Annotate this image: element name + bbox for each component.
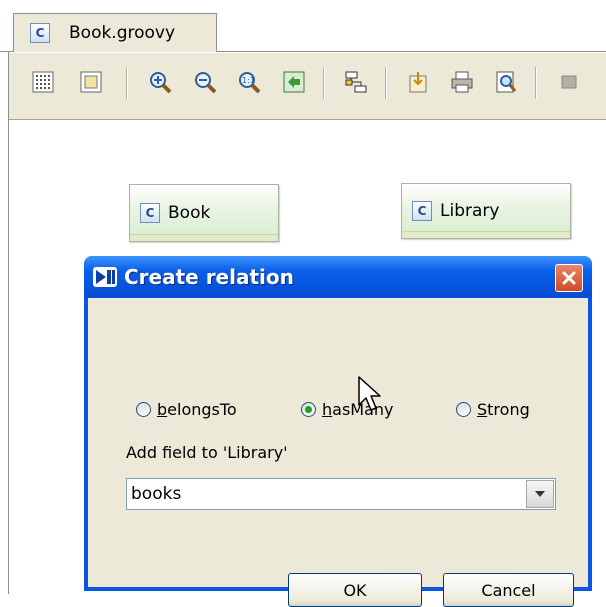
tab-label: Book.groovy <box>69 23 176 43</box>
radio-circle-selected[interactable] <box>301 402 316 417</box>
class-node-label: Book <box>168 203 211 223</box>
ok-button[interactable]: OK <box>288 573 422 607</box>
radio-circle[interactable] <box>136 402 151 417</box>
radio-belongs-to[interactable]: belongsTo <box>136 400 237 419</box>
field-name-label: Add field to 'Library' <box>126 443 288 462</box>
dialog-title: Create relation <box>124 265 294 289</box>
class-node-book[interactable]: C Book <box>129 184 279 242</box>
groovy-class-icon: C <box>412 201 432 221</box>
class-node-label: Library <box>440 201 500 221</box>
field-name-combobox[interactable]: books <box>126 478 556 510</box>
fit-content-icon[interactable] <box>280 68 308 96</box>
diagram-toolbar: 1:1 <box>9 53 606 120</box>
zoom-out-icon[interactable] <box>191 68 219 96</box>
svg-text:1:1: 1:1 <box>242 76 255 85</box>
groovy-class-icon: C <box>140 203 160 223</box>
editor-tab-strip: C Book.groovy <box>0 0 606 52</box>
export-icon[interactable] <box>404 68 432 96</box>
mouse-cursor-icon <box>358 376 381 411</box>
intellij-app-icon <box>93 267 117 287</box>
layout-icon[interactable] <box>342 68 370 96</box>
toolbar-separator <box>323 67 325 99</box>
show-grid-icon[interactable] <box>29 68 57 96</box>
zoom-in-icon[interactable] <box>146 68 174 96</box>
dropdown-button[interactable] <box>526 480 554 508</box>
class-node-fields-section <box>402 231 570 238</box>
class-node-library[interactable]: C Library <box>401 183 571 239</box>
field-name-value[interactable]: books <box>131 484 181 504</box>
class-node-fields-section <box>130 234 278 241</box>
radio-circle[interactable] <box>456 402 471 417</box>
actual-size-icon[interactable]: 1:1 <box>235 68 263 96</box>
toolbar-separator <box>385 67 387 99</box>
chevron-down-icon <box>535 491 545 497</box>
radio-label: belongsTo <box>157 400 237 419</box>
radio-strong[interactable]: Strong <box>456 400 530 419</box>
dialog-content: belongsTo hasMany Strong Add field to 'L… <box>88 298 588 607</box>
toolbar-separator <box>126 67 128 99</box>
groovy-class-icon: C <box>30 23 50 43</box>
close-icon <box>562 271 576 285</box>
toolbar-separator <box>535 67 537 99</box>
cancel-button[interactable]: Cancel <box>443 573 574 607</box>
properties-icon[interactable] <box>555 68 583 96</box>
snap-to-grid-icon[interactable] <box>77 68 105 96</box>
close-button[interactable] <box>555 264 583 292</box>
print-icon[interactable] <box>448 68 476 96</box>
create-relation-dialog: Create relation belongsTo hasMany Strong… <box>84 256 592 607</box>
print-preview-icon[interactable] <box>492 68 520 96</box>
editor-tab-book-groovy[interactable]: C Book.groovy <box>13 13 217 52</box>
radio-label: Strong <box>477 400 530 419</box>
dialog-title-bar[interactable]: Create relation <box>84 256 592 298</box>
